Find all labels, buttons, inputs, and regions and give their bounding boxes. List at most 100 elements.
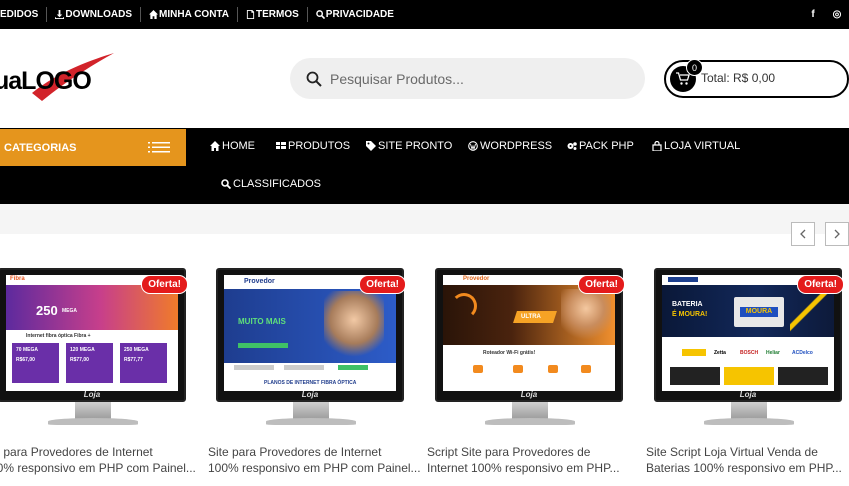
nav-item-loja-virtual[interactable]: LOJA VIRTUAL (652, 140, 740, 152)
top-link-downloads[interactable]: DOWNLOADS (47, 7, 142, 22)
facebook-icon[interactable]: f (801, 9, 825, 20)
top-link-label: EDIDOS (0, 9, 39, 20)
main-nav: CATEGORIAS HOME PRODUTOS SITE PRONTO WOR… (0, 128, 849, 204)
screen-brand: Heliar (766, 350, 780, 356)
screen-price: R$67,00 (16, 357, 35, 363)
monitor-base (485, 418, 575, 425)
nav-item-home[interactable]: HOME (210, 140, 255, 152)
shop-icon (652, 141, 662, 151)
monitor-brand: Loja (83, 390, 101, 399)
search-icon (315, 10, 325, 19)
screen-footer: PLANOS DE INTERNET FIBRA ÓPTICA (264, 380, 357, 386)
screen-headline-sub: É MOURA! (672, 311, 708, 318)
nav-item-label: CLASSIFICADOS (233, 178, 322, 190)
cart-button[interactable]: 0 Total: R$ 0,00 (664, 59, 849, 98)
product-title-line: 100% responsivo em PHP com Painel... (208, 461, 421, 475)
tag-icon (366, 141, 376, 151)
sale-badge: Oferta! (797, 275, 844, 294)
home-icon (210, 141, 220, 151)
product-title[interactable]: Site para Provedores de Internet 100% re… (208, 444, 423, 476)
chevron-right-icon (834, 229, 840, 239)
screen-brand: ACDelco (792, 350, 813, 356)
top-link-termos[interactable]: TERMOS (238, 7, 308, 22)
nav-item-site-pronto[interactable]: SITE PRONTO (366, 140, 452, 152)
product-card[interactable]: Provedor ULTRA Roteador Wi-Fi grátis! Lo… (427, 268, 625, 478)
nav-item-label: PRODUTOS (288, 140, 351, 152)
nav-item-label: SITE PRONTO (378, 140, 453, 152)
monitor-base (266, 418, 356, 425)
screen-logo: Provedor (463, 276, 490, 282)
cart-icon (676, 72, 690, 85)
top-link-pedidos[interactable]: EDIDOS (0, 7, 48, 22)
product-title-line: Internet 100% responsivo em PHP... (427, 461, 620, 475)
top-links: EDIDOS DOWNLOADS MINHA CONTA TERMOS PRIV… (0, 0, 402, 29)
logo-text: uaLOGO (0, 67, 92, 95)
screen-brand: BOSCH (740, 350, 759, 356)
screen-price: R$77,77 (124, 357, 143, 363)
carousel-next-button[interactable] (825, 222, 849, 246)
sale-badge: Oferta! (141, 275, 188, 294)
top-link-privacidade[interactable]: PRIVACIDADE (308, 7, 402, 22)
product-card[interactable]: Provedor MUITO MAIS PLANOS DE INTERNET F… (208, 268, 421, 478)
top-link-minha-conta[interactable]: MINHA CONTA (141, 7, 239, 22)
screen-logo: Provedor (244, 278, 275, 285)
screen-price: R$77,00 (70, 357, 89, 363)
monitor-base (704, 418, 794, 425)
wordpress-icon (468, 141, 478, 151)
nav-item-label: LOJA VIRTUAL (664, 140, 741, 152)
top-link-label: TERMOS (256, 9, 299, 20)
nav-item-pack-php[interactable]: PACK PHP (567, 140, 634, 152)
product-title-line: Baterias 100% responsivo em PHP... (646, 461, 842, 475)
product-card[interactable]: BATERIA É MOURA! MOURA Zetta BOSCH Helia… (646, 268, 844, 478)
screen-footer: Roteador Wi-Fi grátis! (483, 350, 536, 356)
categories-label: CATEGORIAS (4, 141, 77, 154)
nav-item-wordpress[interactable]: WORDPRESS (468, 140, 552, 152)
header: uaLOGO 0 Total: R$ 0,00 (0, 29, 849, 128)
screen-brand-logo: MOURA (740, 307, 778, 317)
product-title-line: 00% responsivo em PHP com Painel... (0, 461, 196, 475)
product-title[interactable]: te para Provedores de Internet 00% respo… (0, 444, 205, 476)
nav-item-label: HOME (222, 140, 255, 152)
document-icon (246, 10, 255, 19)
product-title-line: Site para Provedores de Internet (208, 445, 382, 459)
screen-brand (682, 349, 706, 356)
screen-plan-title: Internet fibra óptica Fibra + (26, 333, 91, 339)
product-title-line: Site Script Loja Virtual Venda de (646, 445, 818, 459)
product-title[interactable]: Script Site para Provedores de Internet … (427, 444, 642, 476)
screen-headline: BATERIA (672, 301, 703, 308)
categories-button[interactable]: CATEGORIAS (0, 129, 186, 166)
cart-total: Total: R$ 0,00 (701, 71, 776, 85)
screen-headline: 250 (36, 303, 58, 318)
site-logo[interactable]: uaLOGO (0, 51, 114, 111)
grid-icon (276, 142, 286, 149)
nav-item-produtos[interactable]: PRODUTOS (276, 140, 350, 152)
screen-plan: 120 MEGA (70, 347, 95, 353)
screen-logo: Fibra (10, 276, 25, 282)
product-title-line: Script Site para Provedores de (427, 445, 591, 459)
monitor-brand: Loja (739, 390, 757, 399)
top-link-label: PRIVACIDADE (325, 9, 394, 20)
nav-item-label: WORDPRESS (480, 140, 553, 152)
screen-brand: Zetta (714, 350, 726, 356)
top-link-label: MINHA CONTA (159, 9, 230, 20)
download-icon (55, 10, 65, 19)
screen-headline: ULTRA (521, 314, 541, 320)
sale-badge: Oferta! (359, 275, 406, 294)
social-links: f ◎ (801, 0, 849, 29)
monitor-brand: Loja (301, 390, 319, 399)
search-icon[interactable] (306, 71, 322, 87)
menu-icon (148, 142, 170, 153)
gears-icon (567, 142, 577, 150)
sale-badge: Oferta! (578, 275, 625, 294)
search-input[interactable] (330, 70, 620, 87)
product-title-line: te para Provedores de Internet (0, 445, 153, 459)
chevron-left-icon (800, 229, 806, 239)
screen-headline: MUITO MAIS (238, 317, 286, 326)
carousel-prev-button[interactable] (791, 222, 815, 246)
instagram-icon[interactable]: ◎ (825, 9, 849, 20)
screen-plan: 250 MEGA (124, 347, 149, 353)
product-title[interactable]: Site Script Loja Virtual Venda de Bateri… (646, 444, 846, 476)
nav-item-classificados[interactable]: CLASSIFICADOS (221, 178, 321, 190)
top-link-label: DOWNLOADS (65, 9, 133, 20)
product-card[interactable]: Fibra 250 MEGA Internet fibra óptica Fib… (0, 268, 196, 478)
